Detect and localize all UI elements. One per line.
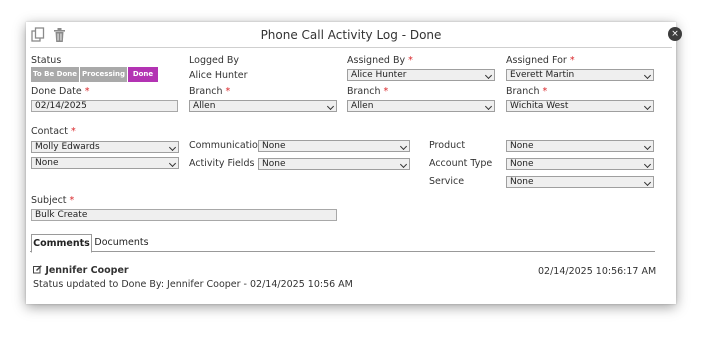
communication-label: Communication bbox=[189, 140, 264, 151]
done-date-label: Done Date * bbox=[31, 86, 90, 97]
chevron-down-icon bbox=[643, 71, 652, 80]
branch-logged-label: Branch * bbox=[189, 86, 231, 97]
status-processing-button[interactable]: Processing bbox=[80, 67, 127, 82]
status-done-button[interactable]: Done bbox=[128, 67, 158, 82]
assigned-for-select[interactable]: Everett Martin bbox=[506, 69, 654, 81]
activity-log-dialog: Phone Call Activity Log - Done Status To… bbox=[26, 22, 676, 304]
comment-author: Jennifer Cooper bbox=[45, 265, 129, 276]
branch-assigned-by-select[interactable]: Allen bbox=[347, 100, 495, 112]
assigned-by-select[interactable]: Alice Hunter bbox=[347, 69, 495, 81]
chevron-down-icon bbox=[643, 160, 652, 169]
branch-logged-select[interactable]: Allen bbox=[189, 100, 337, 112]
edit-icon[interactable] bbox=[33, 265, 42, 277]
contact-select[interactable]: Molly Edwards bbox=[31, 141, 179, 153]
tab-comments[interactable]: Comments bbox=[31, 234, 92, 253]
contact-secondary-select[interactable]: None bbox=[31, 157, 179, 169]
branch-assigned-for-select[interactable]: Wichita West bbox=[506, 100, 654, 112]
branch-assigned-by-label: Branch * bbox=[347, 86, 389, 97]
chevron-down-icon bbox=[643, 178, 652, 187]
chevron-down-icon bbox=[484, 102, 493, 111]
service-select[interactable]: None bbox=[506, 176, 654, 188]
product-label: Product bbox=[429, 140, 466, 151]
status-label: Status bbox=[31, 55, 62, 66]
subject-label: Subject * bbox=[31, 195, 75, 206]
dialog-title: Phone Call Activity Log - Done bbox=[260, 28, 442, 42]
service-label: Service bbox=[429, 176, 465, 187]
title-divider bbox=[30, 47, 672, 48]
status-to-be-done-button[interactable]: To Be Done bbox=[31, 67, 79, 82]
activity-fields-label: Activity Fields bbox=[189, 158, 255, 169]
chevron-down-icon bbox=[643, 102, 652, 111]
comment-timestamp: 02/14/2025 10:56:17 AM bbox=[538, 266, 657, 277]
chevron-down-icon bbox=[643, 142, 652, 151]
comment-header: Jennifer Cooper bbox=[33, 265, 129, 277]
close-icon[interactable]: × bbox=[668, 27, 682, 41]
chevron-down-icon bbox=[168, 143, 177, 152]
logged-by-label: Logged By bbox=[189, 55, 240, 66]
communication-select[interactable]: None bbox=[258, 140, 410, 152]
product-select[interactable]: None bbox=[506, 140, 654, 152]
logged-by-value: Alice Hunter bbox=[189, 70, 248, 81]
contact-label: Contact * bbox=[31, 126, 76, 137]
chevron-down-icon bbox=[326, 102, 335, 111]
subject-input[interactable]: Bulk Create bbox=[31, 209, 337, 221]
chevron-down-icon bbox=[399, 160, 408, 169]
chevron-down-icon bbox=[168, 159, 177, 168]
chevron-down-icon bbox=[399, 142, 408, 151]
account-type-select[interactable]: None bbox=[506, 158, 654, 170]
account-type-label: Account Type bbox=[429, 158, 493, 169]
chevron-down-icon bbox=[484, 71, 493, 80]
activity-fields-select[interactable]: None bbox=[258, 158, 410, 170]
done-date-input[interactable]: 02/14/2025 bbox=[31, 100, 178, 112]
comment-text: Status updated to Done By: Jennifer Coop… bbox=[33, 279, 353, 290]
branch-assigned-for-label: Branch * bbox=[506, 86, 548, 97]
assigned-for-label: Assigned For * bbox=[506, 55, 575, 66]
tabs-divider bbox=[30, 251, 655, 252]
tab-documents[interactable]: Documents bbox=[94, 234, 149, 251]
assigned-by-label: Assigned By * bbox=[347, 55, 413, 66]
